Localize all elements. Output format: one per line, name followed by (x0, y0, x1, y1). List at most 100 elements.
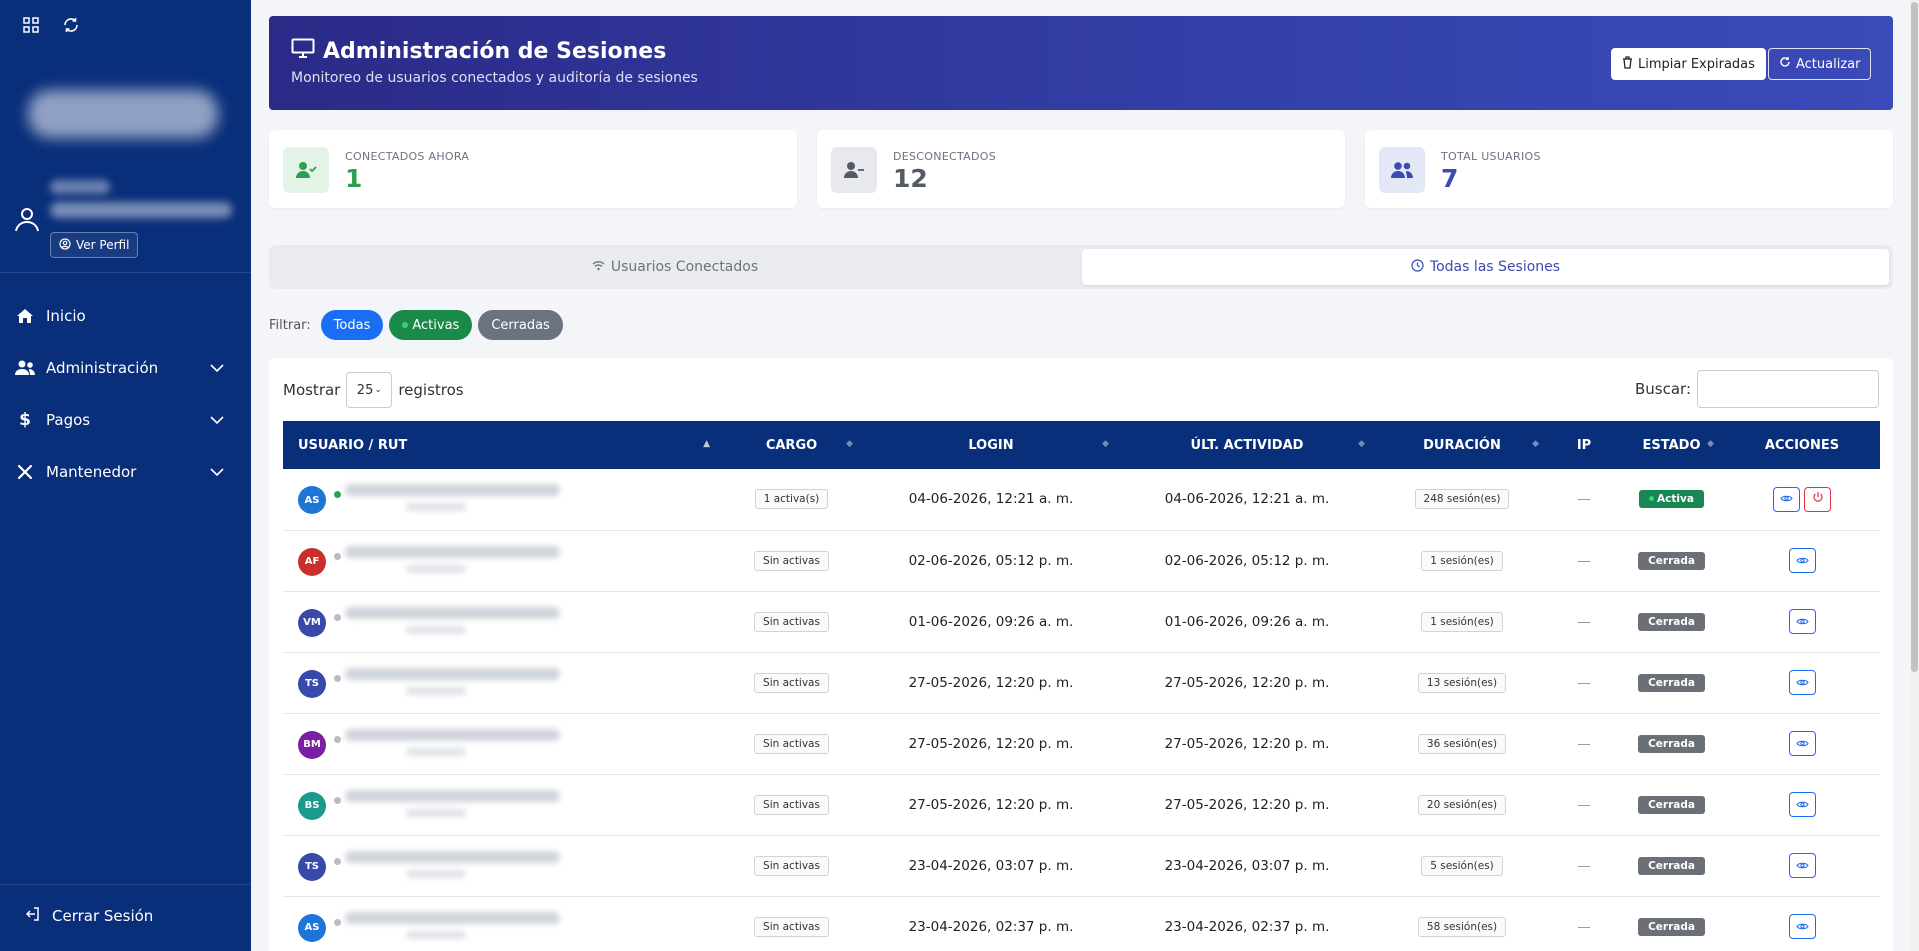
chevron-down-icon (209, 412, 225, 428)
cell-cargo: Sin activas (720, 896, 863, 951)
user-name (345, 484, 560, 497)
user-name (345, 850, 560, 863)
user-circle-icon (59, 237, 71, 253)
cell-actions (1724, 774, 1880, 835)
filter-all-button[interactable]: Todas (320, 310, 384, 340)
cell-ip: — (1577, 552, 1591, 569)
duration-badge: 13 sesión(es) (1417, 672, 1507, 693)
sidebar-item-administracion[interactable]: Administración (0, 342, 251, 394)
table-row: BS Sin activas 27-05-2026, 12:20 p. m. 27-0… (283, 774, 1880, 835)
filter-closed-button[interactable]: Cerradas (478, 310, 563, 340)
cargo-badge: Sin activas (754, 550, 829, 571)
view-button[interactable] (1788, 731, 1816, 756)
user-name (345, 545, 560, 558)
view-button[interactable] (1788, 792, 1816, 817)
user-rut (406, 747, 466, 756)
cell-actions (1724, 469, 1880, 530)
cell-cargo: Sin activas (720, 591, 863, 652)
cell-status: Cerrada (1619, 530, 1724, 591)
tab-connected-users[interactable]: Usuarios Conectados (269, 249, 1081, 285)
cell-login: 02-06-2026, 05:12 p. m. (908, 552, 1074, 569)
view-button[interactable] (1788, 609, 1816, 634)
search-input[interactable] (1697, 370, 1879, 408)
page-length-select[interactable]: 25 ⌄ (346, 372, 393, 408)
cell-user: AS (283, 469, 720, 530)
status-badge: Cerrada (1638, 612, 1705, 631)
cell-user: VM (283, 591, 720, 652)
sidebar-item-inicio[interactable]: Inicio (0, 290, 251, 342)
col-header-status[interactable]: ESTADO ◆ (1619, 421, 1724, 469)
cell-ip: — (1577, 796, 1591, 813)
tab-all-sessions[interactable]: Todas las Sesiones (1082, 249, 1889, 285)
view-button[interactable] (1788, 853, 1816, 878)
table-row: AS 1 activa(s) 04-06-2026, 12:21 a. m. 04-0… (283, 469, 1880, 530)
view-button[interactable] (1788, 670, 1816, 695)
user-rut (406, 625, 466, 634)
users-icon (1379, 147, 1425, 193)
status-badge: Cerrada (1638, 673, 1705, 692)
user-icon (12, 204, 42, 234)
cell-last-activity: 02-06-2026, 05:12 p. m. (1164, 552, 1330, 569)
cell-duration: 248 sesión(es) (1375, 469, 1549, 530)
table-row: AF Sin activas 02-06-2026, 05:12 p. m. 02-0… (283, 530, 1880, 591)
status-badge: Cerrada (1638, 856, 1705, 875)
eye-icon (1795, 797, 1809, 813)
refresh-icon[interactable] (62, 16, 80, 34)
user-rut (406, 503, 466, 511)
filter-active-button[interactable]: Activas (389, 310, 473, 340)
cell-actions (1724, 591, 1880, 652)
col-header-duration[interactable]: DURACIÓN ◆ (1375, 421, 1549, 469)
duration-badge: 58 sesión(es) (1417, 916, 1507, 937)
col-header-last-activity[interactable]: ÚLT. ACTIVIDAD ◆ (1119, 421, 1375, 469)
table-row: TS Sin activas 23-04-2026, 03:07 p. m. 23-0… (283, 835, 1880, 896)
grid-icon[interactable] (22, 16, 40, 34)
user-rut (406, 686, 466, 695)
cell-duration: 36 sesión(es) (1375, 713, 1549, 774)
ver-perfil-button[interactable]: Ver Perfil (50, 232, 139, 258)
scrollbar-thumb[interactable] (1911, 2, 1918, 672)
cell-status: Cerrada (1619, 774, 1724, 835)
view-button[interactable] (1773, 486, 1800, 512)
sort-icon: ◆ (1532, 439, 1539, 449)
status-badge: Cerrada (1638, 917, 1705, 936)
col-header-user[interactable]: USUARIO / RUT ▲ (283, 421, 720, 469)
monitor-icon (291, 38, 315, 64)
user-rut (406, 564, 466, 573)
stat-disconnected: DESCONECTADOS 12 (817, 130, 1345, 208)
terminate-session-button[interactable] (1804, 486, 1831, 512)
cell-user: TS (283, 652, 720, 713)
cell-actions (1724, 530, 1880, 591)
cell-last-activity: 27-05-2026, 12:20 p. m. (1164, 796, 1330, 813)
cell-status: Cerrada (1619, 896, 1724, 951)
online-status-dot (334, 918, 341, 926)
sort-icon: ◆ (1102, 439, 1109, 449)
eye-icon (1795, 553, 1809, 569)
filter-bar: Filtrar: Todas Activas Cerradas (269, 310, 563, 340)
clean-expired-button[interactable]: Limpiar Expiradas (1611, 48, 1766, 80)
view-button[interactable] (1788, 548, 1816, 573)
online-status-dot (334, 735, 341, 743)
refresh-button[interactable]: Actualizar (1768, 48, 1872, 80)
cell-user: BM (283, 713, 720, 774)
col-header-login[interactable]: LOGIN ◆ (863, 421, 1119, 469)
sidebar-nav: Inicio Administración $ Pagos Mantenedor (0, 290, 251, 498)
cell-duration: 13 sesión(es) (1375, 652, 1549, 713)
table-row: TS Sin activas 27-05-2026, 12:20 p. m. 27-0… (283, 652, 1880, 713)
refresh-icon (1779, 56, 1791, 72)
user-name (345, 667, 560, 680)
col-header-cargo[interactable]: CARGO ◆ (720, 421, 863, 469)
page-title: Administración de Sesiones (291, 38, 666, 64)
view-button[interactable] (1788, 914, 1816, 939)
cell-login: 04-06-2026, 12:21 a. m. (908, 491, 1074, 508)
cargo-badge: 1 activa(s) (754, 489, 829, 510)
cell-actions (1724, 896, 1880, 951)
cell-login: 23-04-2026, 03:07 p. m. (908, 857, 1074, 874)
page-scrollbar[interactable] (1910, 0, 1919, 951)
cell-last-activity: 23-04-2026, 02:37 p. m. (1164, 918, 1330, 935)
logout-button[interactable]: Cerrar Sesión (25, 906, 153, 926)
user-role (50, 202, 232, 218)
cell-status: Activa (1619, 469, 1724, 530)
sidebar-item-mantenedor[interactable]: Mantenedor (0, 446, 251, 498)
sidebar-item-pagos[interactable]: $ Pagos (0, 394, 251, 446)
power-icon (1812, 491, 1824, 507)
